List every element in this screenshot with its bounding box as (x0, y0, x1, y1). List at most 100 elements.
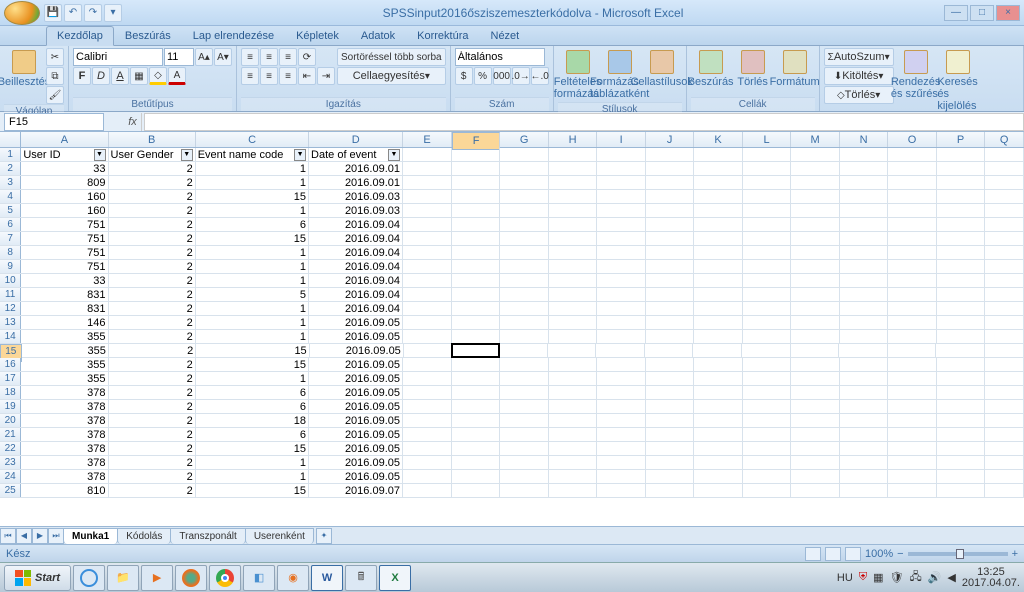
cell[interactable] (646, 414, 695, 428)
row-header[interactable]: 6 (0, 218, 21, 231)
sheet-nav-next[interactable]: ▶ (32, 528, 48, 544)
cell[interactable] (549, 148, 598, 162)
cell[interactable] (694, 288, 743, 302)
row-header[interactable]: 21 (0, 428, 21, 441)
cell[interactable] (500, 204, 549, 218)
cell[interactable] (743, 456, 792, 470)
cell[interactable] (597, 414, 646, 428)
cell[interactable] (452, 232, 501, 246)
cell[interactable] (499, 344, 548, 358)
col-header-K[interactable]: K (694, 132, 742, 147)
cell[interactable] (597, 470, 646, 484)
cell[interactable] (694, 260, 743, 274)
insert-button[interactable]: Beszúrás (691, 48, 731, 90)
cell[interactable] (791, 232, 840, 246)
cell[interactable]: 831 (21, 302, 108, 316)
cell[interactable] (937, 288, 986, 302)
cell[interactable] (937, 484, 986, 498)
tab-beszúrás[interactable]: Beszúrás (114, 26, 182, 45)
cell[interactable] (549, 330, 598, 344)
cell[interactable] (646, 148, 695, 162)
cell[interactable]: 15 (196, 358, 309, 372)
row-header[interactable]: 19 (0, 400, 21, 413)
cell[interactable] (985, 148, 1024, 162)
cell[interactable]: 6 (196, 218, 309, 232)
cell[interactable] (985, 302, 1024, 316)
cell[interactable] (791, 372, 840, 386)
cell[interactable] (937, 358, 986, 372)
cell[interactable] (403, 470, 452, 484)
cell[interactable]: 751 (21, 246, 108, 260)
cell[interactable] (452, 372, 501, 386)
cell[interactable]: 15 (196, 232, 309, 246)
cell[interactable] (500, 414, 549, 428)
cell[interactable] (403, 484, 452, 498)
cell[interactable] (597, 400, 646, 414)
cell[interactable]: 1 (196, 162, 309, 176)
cell[interactable]: 2 (109, 232, 196, 246)
cell[interactable]: 2 (109, 204, 196, 218)
cell[interactable] (888, 344, 937, 358)
cell[interactable] (743, 274, 792, 288)
cell[interactable] (549, 288, 598, 302)
cell[interactable] (452, 456, 501, 470)
cell[interactable] (840, 274, 889, 288)
cell[interactable] (452, 470, 501, 484)
cell[interactable] (743, 484, 792, 498)
cell[interactable] (840, 428, 889, 442)
cell[interactable] (403, 414, 452, 428)
cell[interactable] (452, 288, 501, 302)
cell[interactable] (985, 260, 1024, 274)
cell[interactable] (694, 442, 743, 456)
cell[interactable] (404, 344, 453, 358)
font-size-select[interactable] (164, 48, 194, 66)
cell[interactable] (597, 484, 646, 498)
cell[interactable]: 2016.09.05 (309, 372, 403, 386)
cell[interactable] (646, 442, 695, 456)
cell[interactable]: 751 (21, 260, 108, 274)
cell[interactable]: 2 (109, 442, 196, 456)
cell[interactable] (791, 288, 840, 302)
row-header[interactable]: 24 (0, 470, 21, 483)
cell[interactable]: 1 (196, 274, 309, 288)
cell[interactable]: 831 (21, 288, 108, 302)
align-bottom-icon[interactable]: ≡ (279, 48, 297, 66)
cell[interactable] (985, 400, 1024, 414)
cell[interactable] (549, 414, 598, 428)
save-icon[interactable]: 💾 (44, 4, 62, 22)
filter-dropdown-icon[interactable]: ▼ (94, 149, 106, 161)
cell[interactable]: 6 (196, 428, 309, 442)
cell[interactable]: 2 (109, 372, 196, 386)
cell[interactable] (694, 330, 743, 344)
cell[interactable] (985, 470, 1024, 484)
sheet-tab[interactable]: Munka1 (63, 528, 118, 544)
cell[interactable] (888, 470, 937, 484)
cell[interactable] (985, 442, 1024, 456)
cell[interactable]: 2016.09.05 (309, 386, 403, 400)
cell[interactable] (549, 260, 598, 274)
cell[interactable] (694, 386, 743, 400)
cell[interactable] (403, 246, 452, 260)
cell[interactable] (888, 330, 937, 344)
cell[interactable]: 2016.09.04 (309, 232, 403, 246)
cell[interactable] (694, 246, 743, 260)
cell[interactable] (985, 484, 1024, 498)
row-header[interactable]: 25 (0, 484, 21, 497)
cell[interactable] (500, 190, 549, 204)
cell[interactable] (791, 400, 840, 414)
cell[interactable] (548, 344, 597, 358)
qat-customize-icon[interactable]: ▾ (104, 4, 122, 22)
cell[interactable] (549, 400, 598, 414)
cell[interactable] (403, 274, 452, 288)
border-icon[interactable]: ▦ (130, 67, 148, 85)
italic-button[interactable]: D (92, 67, 110, 85)
cell[interactable] (840, 260, 889, 274)
cell[interactable] (936, 344, 985, 358)
cell[interactable]: 2016.09.04 (309, 302, 403, 316)
cell[interactable]: 751 (21, 232, 108, 246)
cell[interactable]: 1 (196, 302, 309, 316)
cell[interactable] (500, 148, 549, 162)
cell[interactable] (888, 372, 937, 386)
cell[interactable]: 751 (21, 218, 108, 232)
cell[interactable] (646, 260, 695, 274)
